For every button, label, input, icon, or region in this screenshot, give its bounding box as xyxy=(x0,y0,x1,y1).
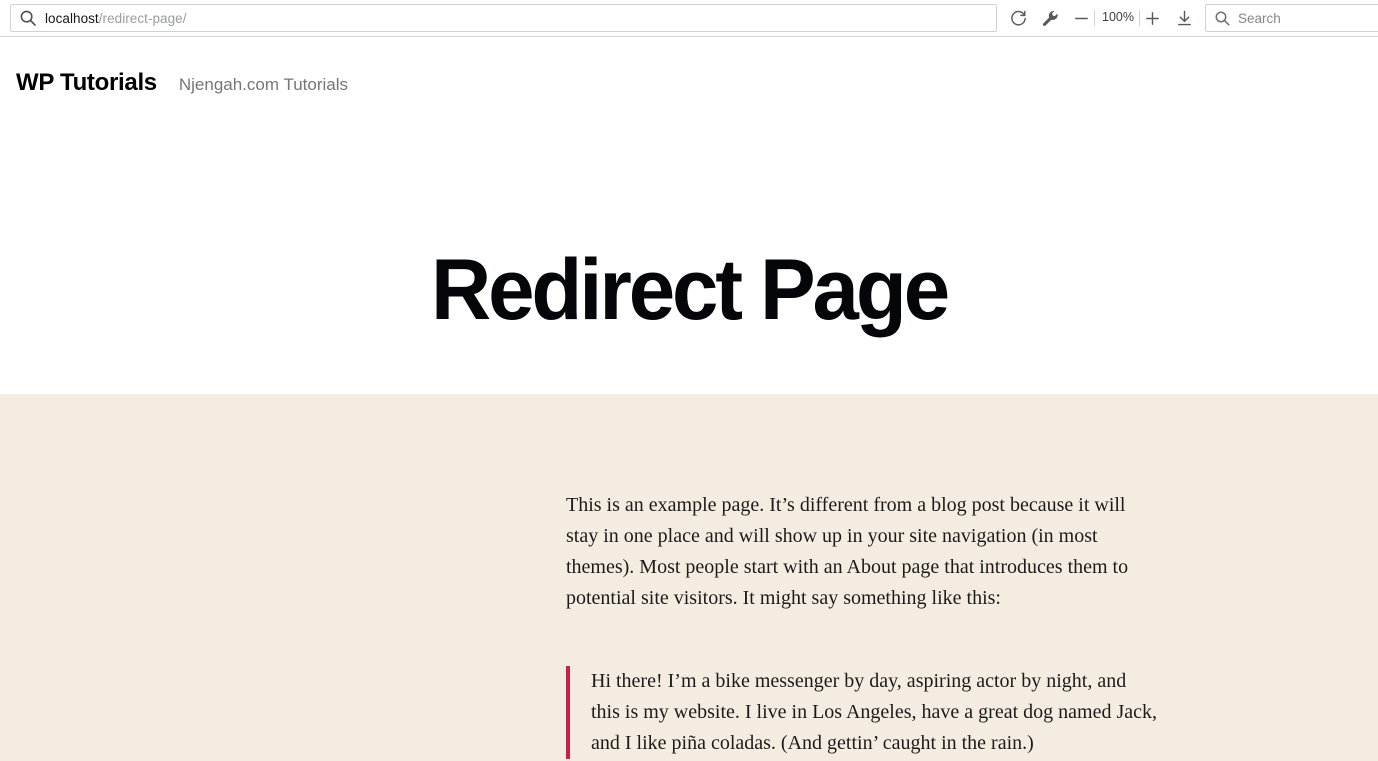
zoom-out-button[interactable] xyxy=(1071,8,1092,29)
download-icon[interactable] xyxy=(1174,8,1195,29)
search-icon xyxy=(1214,10,1231,27)
blockquote-text: Hi there! I’m a bike messenger by day, a… xyxy=(591,670,1157,754)
zoom-level-label: 100% xyxy=(1102,10,1134,24)
search-input[interactable]: Search xyxy=(1205,4,1378,32)
url-host: localhost xyxy=(45,10,99,26)
search-icon xyxy=(19,9,37,27)
hero-section: Redirect Page xyxy=(0,187,1378,393)
toolbar-separator xyxy=(1139,10,1140,26)
browser-toolbar: localhost/redirect-page/ 100% Search xyxy=(0,0,1378,37)
url-path: /redirect-page/ xyxy=(98,10,187,26)
page-viewport: WP Tutorials Njengah.com Tutorials Redir… xyxy=(0,37,1378,761)
reload-icon[interactable] xyxy=(1008,8,1029,29)
site-header: WP Tutorials Njengah.com Tutorials xyxy=(16,71,348,95)
page-title: Redirect Page xyxy=(430,241,950,338)
blockquote: Hi there! I’m a bike messenger by day, a… xyxy=(566,666,1158,759)
zoom-in-button[interactable] xyxy=(1142,8,1163,29)
entry-content: This is an example page. It’s different … xyxy=(566,490,1158,759)
search-placeholder: Search xyxy=(1238,10,1281,26)
wrench-icon[interactable] xyxy=(1040,8,1061,29)
site-title[interactable]: WP Tutorials xyxy=(16,71,157,95)
content-band: This is an example page. It’s different … xyxy=(0,394,1378,761)
toolbar-separator xyxy=(1094,10,1095,26)
intro-paragraph: This is an example page. It’s different … xyxy=(566,494,1129,609)
site-tagline: Njengah.com Tutorials xyxy=(178,75,348,94)
url-bar[interactable]: localhost/redirect-page/ xyxy=(10,4,997,32)
url-text: localhost/redirect-page/ xyxy=(45,11,187,26)
